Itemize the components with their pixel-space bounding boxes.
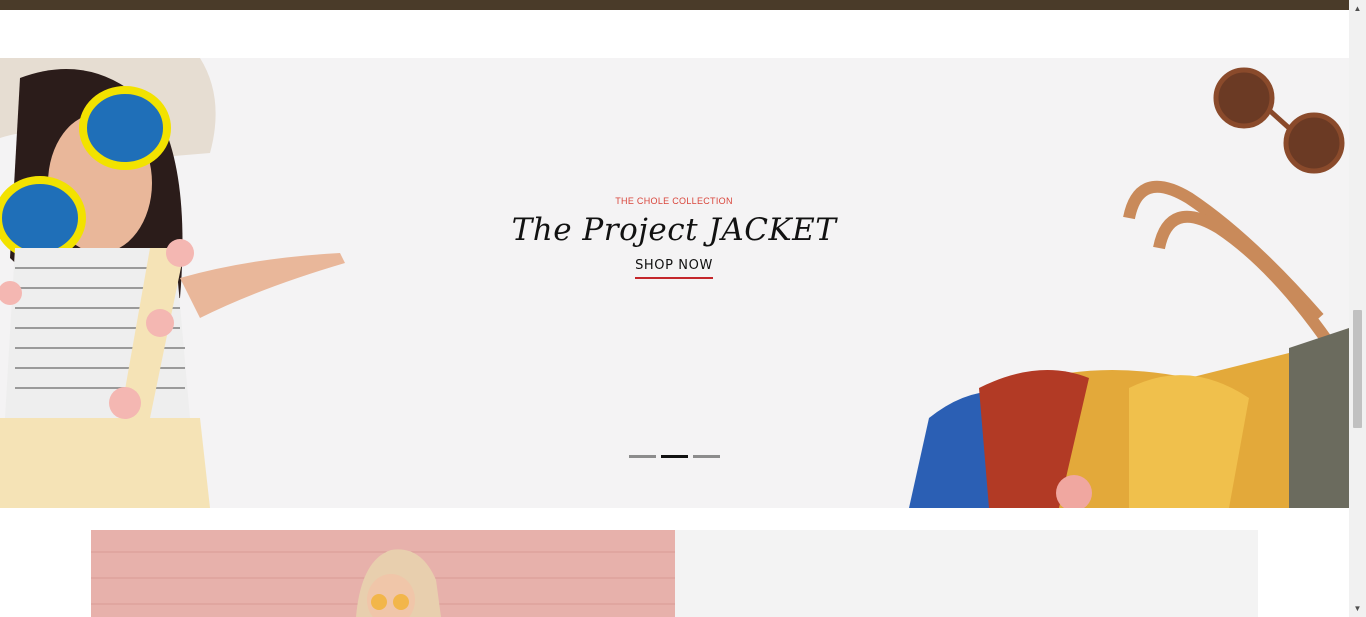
top-bar [0, 0, 1349, 10]
slider-pagination [629, 455, 720, 458]
scrollbar-thumb[interactable] [1353, 310, 1362, 428]
hero-title: The Project JACKET [511, 212, 837, 248]
shop-now-link[interactable]: SHOP NOW [635, 258, 713, 279]
hero-bag-image [909, 67, 1349, 508]
hero-eyebrow: THE CHOLE COLLECTION [615, 196, 733, 206]
page-scrollbar[interactable]: ▲ ▼ [1349, 0, 1366, 617]
promo-banner-left[interactable] [91, 530, 675, 617]
chevron-up-icon[interactable]: ▲ [1349, 0, 1366, 17]
chevron-down-icon[interactable]: ▼ [1349, 600, 1366, 617]
slide-dot-3[interactable] [693, 455, 720, 458]
slide-dot-2[interactable] [661, 455, 688, 458]
hero-slider[interactable]: THE CHOLE COLLECTION The Project JACKET … [0, 58, 1349, 508]
promo-woman-image [91, 549, 675, 617]
hero-caption: THE CHOLE COLLECTION The Project JACKET … [474, 196, 874, 279]
promo-banner-right[interactable] [675, 530, 1258, 617]
slide-dot-1[interactable] [629, 455, 656, 458]
hero-woman-image [0, 58, 345, 508]
